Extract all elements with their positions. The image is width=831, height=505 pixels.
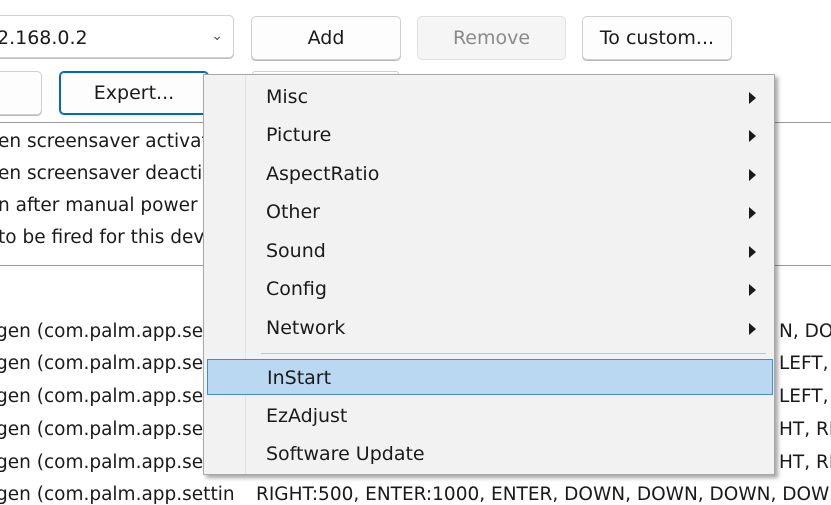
menu-separator bbox=[261, 353, 766, 354]
menu-item-config[interactable]: Config bbox=[206, 270, 772, 308]
menu-item-other[interactable]: Other bbox=[206, 193, 772, 231]
menu-item-label: Picture bbox=[266, 124, 332, 146]
menu-item-misc[interactable]: Misc bbox=[206, 78, 772, 116]
list-row-right: LEFT, L bbox=[779, 353, 831, 374]
remove-button[interactable]: Remove bbox=[417, 16, 566, 60]
menu-item-label: InStart bbox=[267, 367, 332, 389]
expert-button[interactable]: Expert... bbox=[59, 71, 209, 115]
submenu-arrow-icon bbox=[749, 207, 756, 219]
expert-context-menu: Misc Picture AspectRatio Other Sound Con… bbox=[203, 74, 775, 475]
menu-item-label: Software Update bbox=[266, 443, 425, 465]
left-partial-button[interactable] bbox=[0, 71, 42, 115]
list-row-right: HT, RIG bbox=[779, 452, 831, 473]
list-row-left[interactable]: gen (com.palm.app.setti bbox=[0, 321, 223, 342]
to-custom-button[interactable]: To custom... bbox=[582, 16, 732, 60]
submenu-arrow-icon bbox=[749, 323, 756, 335]
list-row-right: N, DOW bbox=[779, 321, 831, 342]
menu-item-label: Network bbox=[266, 317, 346, 339]
list-row-right: LEFT, L bbox=[779, 386, 831, 407]
submenu-arrow-icon bbox=[749, 169, 756, 181]
menu-item-network[interactable]: Network bbox=[206, 309, 772, 347]
menu-item-software-update[interactable]: Software Update bbox=[206, 435, 772, 473]
menu-item-label: Config bbox=[266, 278, 327, 300]
submenu-arrow-icon bbox=[749, 130, 756, 142]
option-screensaver-activates[interactable]: en screensaver activates bbox=[0, 131, 230, 152]
add-button[interactable]: Add bbox=[251, 16, 401, 60]
menu-item-label: EzAdjust bbox=[266, 405, 348, 427]
list-row-right: RIGHT:500, ENTER:1000, ENTER, DOWN, DOWN… bbox=[256, 484, 831, 505]
list-row-left[interactable]: gen (com.palm.app.sett bbox=[0, 386, 218, 407]
list-row-left[interactable]: gen (com.palm.app.settin bbox=[0, 484, 235, 505]
list-row-left[interactable]: gen (com.palm.app.sett bbox=[0, 419, 218, 440]
submenu-arrow-icon bbox=[749, 284, 756, 296]
menu-item-aspectratio[interactable]: AspectRatio bbox=[206, 155, 772, 193]
menu-item-label: Other bbox=[266, 201, 320, 223]
menu-item-label: AspectRatio bbox=[266, 163, 380, 185]
list-row-left[interactable]: gen (com.palm.app.sett bbox=[0, 452, 218, 473]
menu-item-instart[interactable]: InStart bbox=[207, 359, 773, 395]
menu-item-ezadjust[interactable]: EzAdjust bbox=[206, 397, 772, 435]
option-manual-power[interactable]: n after manual power o bbox=[0, 195, 215, 216]
submenu-arrow-icon bbox=[749, 246, 756, 258]
ip-address-combobox[interactable]: 2.168.0.2 ⌄ bbox=[0, 15, 234, 58]
option-fired-for-device[interactable]: to be fired for this dev bbox=[0, 227, 204, 248]
list-row-right: HT, RIG bbox=[779, 419, 831, 440]
menu-item-label: Misc bbox=[266, 86, 309, 108]
ip-address-value: 2.168.0.2 bbox=[0, 27, 88, 49]
menu-item-sound[interactable]: Sound bbox=[206, 232, 772, 270]
submenu-arrow-icon bbox=[749, 92, 756, 104]
menu-item-label: Sound bbox=[266, 240, 326, 262]
chevron-down-icon[interactable]: ⌄ bbox=[211, 28, 223, 44]
list-row-left[interactable]: gen (com.palm.app.sett bbox=[0, 353, 218, 374]
option-screensaver-deactivates[interactable]: en screensaver deactiva bbox=[0, 163, 225, 184]
menu-item-picture[interactable]: Picture bbox=[206, 116, 772, 154]
